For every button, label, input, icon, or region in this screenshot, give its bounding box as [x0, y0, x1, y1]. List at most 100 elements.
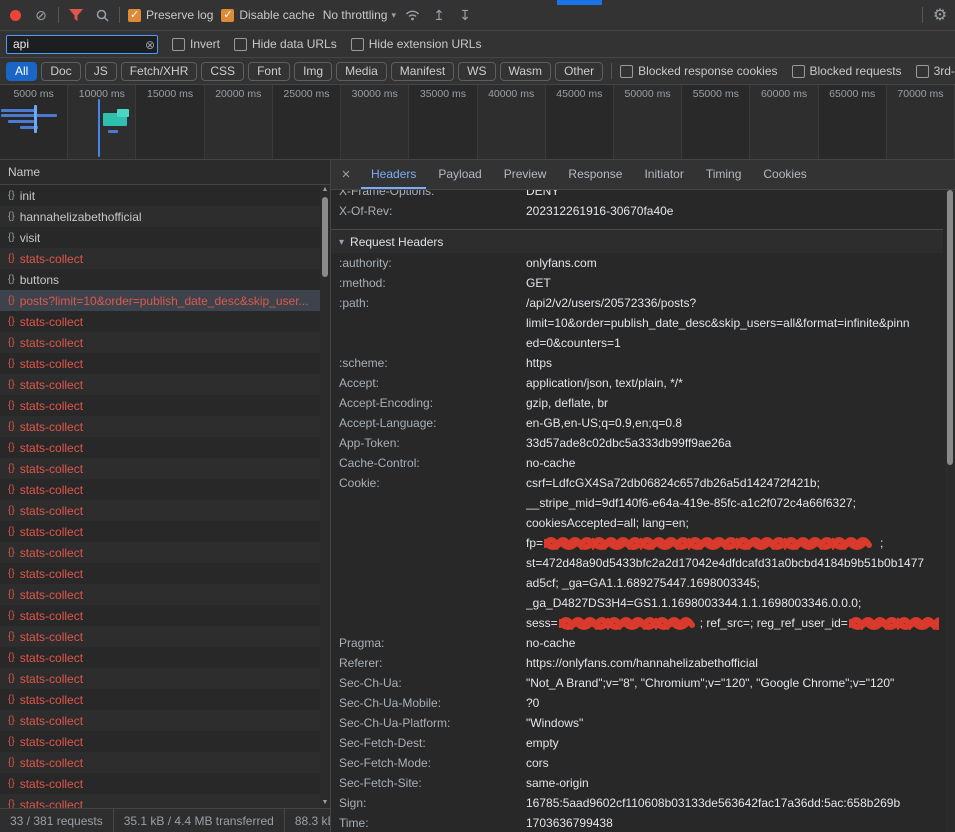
waterfall-overview[interactable]: 5000 ms10000 ms15000 ms20000 ms25000 ms3…: [0, 85, 955, 160]
close-details-icon[interactable]: ×: [333, 166, 359, 183]
request-row[interactable]: {}stats-collect: [0, 521, 320, 542]
request-row[interactable]: {}stats-collect: [0, 647, 320, 668]
request-row[interactable]: {}stats-collect: [0, 500, 320, 521]
request-row[interactable]: {}stats-collect: [0, 773, 320, 794]
filter-chip-media[interactable]: Media: [336, 62, 387, 81]
header-value: csrf=LdfcGX4Sa72db06824c657db26a5d142472…: [526, 473, 943, 633]
request-row[interactable]: {}stats-collect: [0, 437, 320, 458]
filter-funnel-icon[interactable]: [67, 6, 85, 24]
request-row[interactable]: {}buttons: [0, 269, 320, 290]
preserve-log-checkbox[interactable]: Preserve log: [128, 8, 213, 22]
details-scrollbar[interactable]: [945, 190, 955, 832]
tab-response[interactable]: Response: [558, 160, 632, 189]
filter-chip-js[interactable]: JS: [85, 62, 117, 81]
filter-chip-doc[interactable]: Doc: [41, 62, 80, 81]
tab-timing[interactable]: Timing: [696, 160, 752, 189]
json-braces-icon: {}: [8, 379, 15, 390]
filter-option-blocked-requests[interactable]: Blocked requests: [792, 64, 902, 78]
header-row: Sec-Fetch-Site:same-origin: [331, 773, 943, 793]
filter-chip-css[interactable]: CSS: [201, 62, 244, 81]
header-value-line: 16785:5aad9602cf110608b03133de563642fac1…: [526, 793, 939, 813]
tab-headers[interactable]: Headers: [361, 160, 426, 189]
tab-payload[interactable]: Payload: [428, 160, 491, 189]
header-row: Cache-Control:no-cache: [331, 453, 943, 473]
header-name: Time:: [331, 813, 526, 832]
request-row[interactable]: {}stats-collect: [0, 710, 320, 731]
filter-chip-font[interactable]: Font: [248, 62, 290, 81]
name-column-header[interactable]: Name: [0, 160, 330, 185]
invert-checkbox[interactable]: Invert: [172, 37, 220, 51]
clear-filter-icon[interactable]: ⊗: [145, 38, 155, 52]
request-row[interactable]: {}stats-collect: [0, 542, 320, 563]
request-row[interactable]: {}stats-collect: [0, 731, 320, 752]
request-row[interactable]: {}stats-collect: [0, 395, 320, 416]
json-braces-icon: {}: [8, 274, 15, 285]
export-har-button[interactable]: ↧: [456, 6, 474, 24]
request-row[interactable]: {}stats-collect: [0, 668, 320, 689]
request-name: stats-collect: [20, 588, 83, 602]
request-row[interactable]: {}stats-collect: [0, 626, 320, 647]
request-list-scrollbar[interactable]: ▲ ▼: [320, 185, 330, 808]
filter-option-3rd-party-requests[interactable]: 3rd-party requests: [916, 64, 955, 78]
filter-chip-all[interactable]: All: [6, 62, 37, 81]
devtools-network-panel: ⊘ Preserve log Disable cache No throttli…: [0, 0, 955, 832]
scroll-down-icon[interactable]: ▼: [322, 798, 329, 808]
header-name: Cookie:: [331, 473, 526, 493]
request-row[interactable]: {}stats-collect: [0, 458, 320, 479]
filter-input[interactable]: [6, 35, 158, 54]
throttling-dropdown[interactable]: No throttling ▾: [323, 8, 396, 22]
hide-extension-urls-checkbox[interactable]: Hide extension URLs: [351, 37, 482, 51]
header-value-line: fp=;: [526, 533, 939, 553]
request-row[interactable]: {}stats-collect: [0, 563, 320, 584]
json-braces-icon: {}: [8, 652, 15, 663]
header-row: Sec-Fetch-Dest:empty: [331, 733, 943, 753]
request-name: stats-collect: [20, 567, 83, 581]
headers-list: :authority:onlyfans.com:method:GET:path:…: [331, 253, 943, 832]
filter-option-blocked-response-cookies[interactable]: Blocked response cookies: [620, 64, 777, 78]
network-toolbar: ⊘ Preserve log Disable cache No throttli…: [0, 0, 955, 31]
request-row[interactable]: {}stats-collect: [0, 605, 320, 626]
request-row[interactable]: {}posts?limit=10&order=publish_date_desc…: [0, 290, 320, 311]
filter-chip-ws[interactable]: WS: [458, 62, 495, 81]
settings-gear-icon[interactable]: ⚙: [931, 6, 949, 24]
request-row[interactable]: {}stats-collect: [0, 416, 320, 437]
request-name: stats-collect: [20, 483, 83, 497]
record-button[interactable]: [6, 6, 24, 24]
request-row[interactable]: {}stats-collect: [0, 794, 320, 808]
request-row[interactable]: {}stats-collect: [0, 332, 320, 353]
requests-count: 33 / 381 requests: [0, 809, 114, 832]
search-icon[interactable]: [93, 6, 111, 24]
tab-preview[interactable]: Preview: [494, 160, 557, 189]
request-row[interactable]: {}stats-collect: [0, 584, 320, 605]
filter-chip-img[interactable]: Img: [294, 62, 332, 81]
filter-chip-wasm[interactable]: Wasm: [500, 62, 552, 81]
request-row[interactable]: {}stats-collect: [0, 689, 320, 710]
disable-cache-checkbox[interactable]: Disable cache: [221, 8, 314, 22]
scroll-up-icon[interactable]: ▲: [322, 185, 329, 195]
request-row[interactable]: {}stats-collect: [0, 752, 320, 773]
tab-initiator[interactable]: Initiator: [634, 160, 693, 189]
network-conditions-icon[interactable]: [404, 6, 422, 24]
request-row[interactable]: {}stats-collect: [0, 479, 320, 500]
hide-data-urls-checkbox[interactable]: Hide data URLs: [234, 37, 337, 51]
import-har-button[interactable]: ↥: [430, 6, 448, 24]
request-headers-section-header[interactable]: ▾ Request Headers: [331, 229, 943, 253]
json-braces-icon: {}: [8, 232, 15, 243]
clear-network-log-button[interactable]: ⊘: [32, 6, 50, 24]
scrollbar-thumb[interactable]: [947, 190, 953, 465]
request-row[interactable]: {}visit: [0, 227, 320, 248]
scrollbar-thumb[interactable]: [322, 197, 328, 277]
request-row[interactable]: {}hannahelizabethofficial: [0, 206, 320, 227]
tab-cookies[interactable]: Cookies: [753, 160, 816, 189]
filter-chip-manifest[interactable]: Manifest: [391, 62, 454, 81]
request-row[interactable]: {}stats-collect: [0, 353, 320, 374]
request-row[interactable]: {}stats-collect: [0, 311, 320, 332]
json-braces-icon: {}: [8, 505, 15, 516]
request-row[interactable]: {}stats-collect: [0, 374, 320, 395]
request-row[interactable]: {}init: [0, 185, 320, 206]
request-row[interactable]: {}stats-collect: [0, 248, 320, 269]
transferred-size: 35.1 kB / 4.4 MB transferred: [114, 809, 285, 832]
filter-chip-fetch-xhr[interactable]: Fetch/XHR: [121, 62, 198, 81]
header-name: :path:: [331, 293, 526, 313]
filter-chip-other[interactable]: Other: [555, 62, 603, 81]
